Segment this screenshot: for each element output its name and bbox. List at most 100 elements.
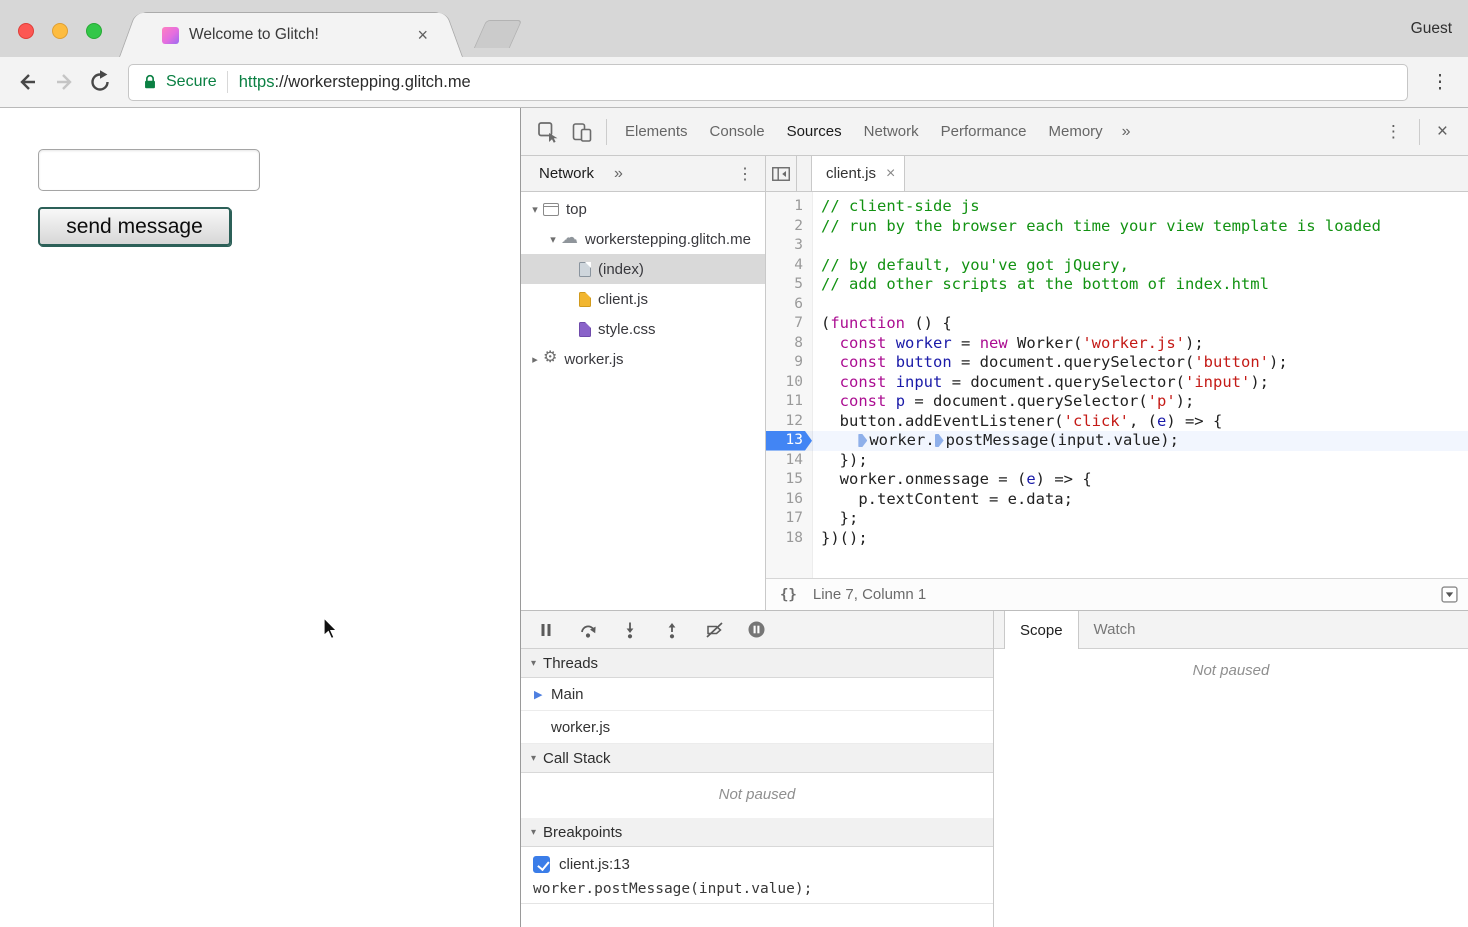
gutter-line-number[interactable]: 9	[766, 353, 812, 373]
navigator-more-tabs-icon[interactable]: »	[614, 165, 623, 183]
breakpoint-checkbox[interactable]	[533, 856, 550, 873]
forward-icon	[51, 69, 77, 95]
code-line: 1// client-side js	[766, 197, 1468, 217]
collapse-triangle-icon: ▾	[531, 658, 536, 669]
code-line: 7(function () {	[766, 314, 1468, 334]
close-window-button[interactable]	[18, 23, 34, 39]
navigator-menu-icon[interactable]: ⋮	[731, 164, 759, 184]
inline-breakpoint-icon[interactable]	[858, 434, 867, 447]
gutter-line-number[interactable]: 10	[766, 373, 812, 393]
threads-section-header[interactable]: ▾ Threads	[521, 649, 993, 678]
gutter-line-number[interactable]: 12	[766, 412, 812, 432]
tree-expander-icon[interactable]: ▾	[545, 233, 561, 246]
back-button[interactable]	[10, 64, 46, 100]
gutter-line-number[interactable]: 17	[766, 509, 812, 529]
thread-row-worker-js[interactable]: worker.js	[521, 711, 993, 744]
breakpoint-location: client.js:13	[559, 856, 630, 873]
gutter-line-number[interactable]: 3	[766, 236, 812, 256]
tree-item-worker-js[interactable]: ▸⚙worker.js	[521, 344, 765, 374]
gutter-line-number[interactable]: 8	[766, 334, 812, 354]
tree-item-workerstepping-glitch-me[interactable]: ▾☁workerstepping.glitch.me	[521, 224, 765, 254]
inspect-icon	[537, 121, 559, 143]
gutter-line-number[interactable]: 1	[766, 197, 812, 217]
new-tab-button[interactable]	[474, 20, 522, 48]
gutter-line-number[interactable]: 6	[766, 295, 812, 315]
tree-expander-icon[interactable]: ▾	[527, 203, 543, 216]
breakpoint-source-text: worker.postMessage(input.value);	[533, 881, 983, 897]
tree-item-index[interactable]: (index)	[521, 254, 765, 284]
gutter-line-number[interactable]: 13	[766, 431, 812, 451]
devtools-close-icon[interactable]: ×	[1427, 121, 1458, 143]
code-line: 18})();	[766, 529, 1468, 549]
tab-watch[interactable]: Watch	[1079, 611, 1151, 648]
send-message-button[interactable]: send message	[38, 207, 231, 246]
devtools-tab-memory[interactable]: Memory	[1038, 108, 1114, 156]
deactivate-breakpoints-icon	[705, 621, 724, 639]
pause-script-button[interactable]	[535, 619, 557, 641]
tree-item-client-js[interactable]: client.js	[521, 284, 765, 314]
tab-close-icon[interactable]: ×	[413, 26, 432, 44]
tree-item-top[interactable]: ▾top	[521, 194, 765, 224]
toggle-navigator-button[interactable]	[766, 156, 797, 191]
device-toolbar-button[interactable]	[565, 115, 599, 149]
step-over-button[interactable]	[577, 619, 599, 641]
devtools-tab-sources[interactable]: Sources	[776, 108, 853, 156]
message-input[interactable]	[38, 149, 260, 191]
tab-scope[interactable]: Scope	[1004, 611, 1079, 649]
gutter-line-number[interactable]: 5	[766, 275, 812, 295]
devtools-tab-network[interactable]: Network	[853, 108, 930, 156]
deactivate-breakpoints-button[interactable]	[703, 619, 725, 641]
editor-tab-clientjs[interactable]: client.js ×	[811, 156, 905, 191]
thread-label: Main	[551, 686, 584, 703]
collapse-triangle-icon: ▾	[531, 827, 536, 838]
devtools-tab-performance[interactable]: Performance	[930, 108, 1038, 156]
gutter-line-number[interactable]: 11	[766, 392, 812, 412]
breakpoints-section-header[interactable]: ▾ Breakpoints	[521, 818, 993, 847]
step-into-button[interactable]	[619, 619, 641, 641]
more-tabs-icon[interactable]: »	[1114, 123, 1139, 141]
url-rest: ://workerstepping.glitch.me	[274, 73, 470, 91]
gutter-line-number[interactable]: 4	[766, 256, 812, 276]
inspect-element-button[interactable]	[531, 115, 565, 149]
debugger-toolbar	[521, 611, 993, 649]
forward-button[interactable]	[46, 64, 82, 100]
gutter-line-number[interactable]: 2	[766, 217, 812, 237]
devtools-tab-console[interactable]: Console	[699, 108, 776, 156]
devtools-tab-elements[interactable]: Elements	[614, 108, 699, 156]
file-tree: ▾top▾☁workerstepping.glitch.me(index)cli…	[521, 192, 765, 610]
pretty-print-icon[interactable]: {}	[780, 587, 797, 603]
minimize-window-button[interactable]	[52, 23, 68, 39]
gutter-line-number[interactable]: 14	[766, 451, 812, 471]
gutter-line-number[interactable]: 7	[766, 314, 812, 334]
tree-expander-icon[interactable]: ▸	[527, 353, 543, 366]
reload-button[interactable]	[82, 64, 118, 100]
browser-tab[interactable]: Welcome to Glitch! ×	[140, 12, 442, 57]
sources-navigator: Network » ⋮ ▾top▾☁workerstepping.glitch.…	[521, 156, 766, 610]
tree-item-style-css[interactable]: style.css	[521, 314, 765, 344]
gutter-line-number[interactable]: 15	[766, 470, 812, 490]
code-line: 16 p.textContent = e.data;	[766, 490, 1468, 510]
editor-tab-close-icon[interactable]: ×	[886, 165, 895, 183]
call-stack-section-header[interactable]: ▾ Call Stack	[521, 744, 993, 773]
debugger-panel: ▾ Threads ▶Mainworker.js ▾ Call Stack No…	[521, 611, 994, 927]
page-viewport: send message	[0, 108, 520, 927]
browser-menu-button[interactable]: ⋮	[1422, 64, 1458, 100]
url-bar[interactable]: Secure https://workerstepping.glitch.me	[128, 64, 1408, 101]
url-divider	[227, 71, 228, 93]
code-line: 2// run by the browser each time your vi…	[766, 217, 1468, 237]
inline-breakpoint-icon[interactable]	[935, 434, 944, 447]
devtools-menu-icon[interactable]: ⋮	[1375, 122, 1412, 142]
thread-row-main[interactable]: ▶Main	[521, 678, 993, 711]
doc-icon	[579, 262, 591, 277]
breakpoint-entry[interactable]: client.js:13 worker.postMessage(input.val…	[521, 847, 993, 904]
gutter-line-number[interactable]: 16	[766, 490, 812, 510]
gutter-line-number[interactable]: 18	[766, 529, 812, 549]
fullscreen-window-button[interactable]	[86, 23, 102, 39]
code-line: 3	[766, 236, 1468, 256]
step-out-button[interactable]	[661, 619, 683, 641]
source-editor: client.js × 1// client-side js2// run by…	[766, 156, 1468, 610]
sidebar-toggle-button[interactable]	[1441, 586, 1458, 603]
pause-on-exceptions-button[interactable]	[745, 619, 767, 641]
code-editor[interactable]: 1// client-side js2// run by the browser…	[766, 192, 1468, 578]
navigator-tab-network[interactable]: Network	[539, 165, 594, 182]
